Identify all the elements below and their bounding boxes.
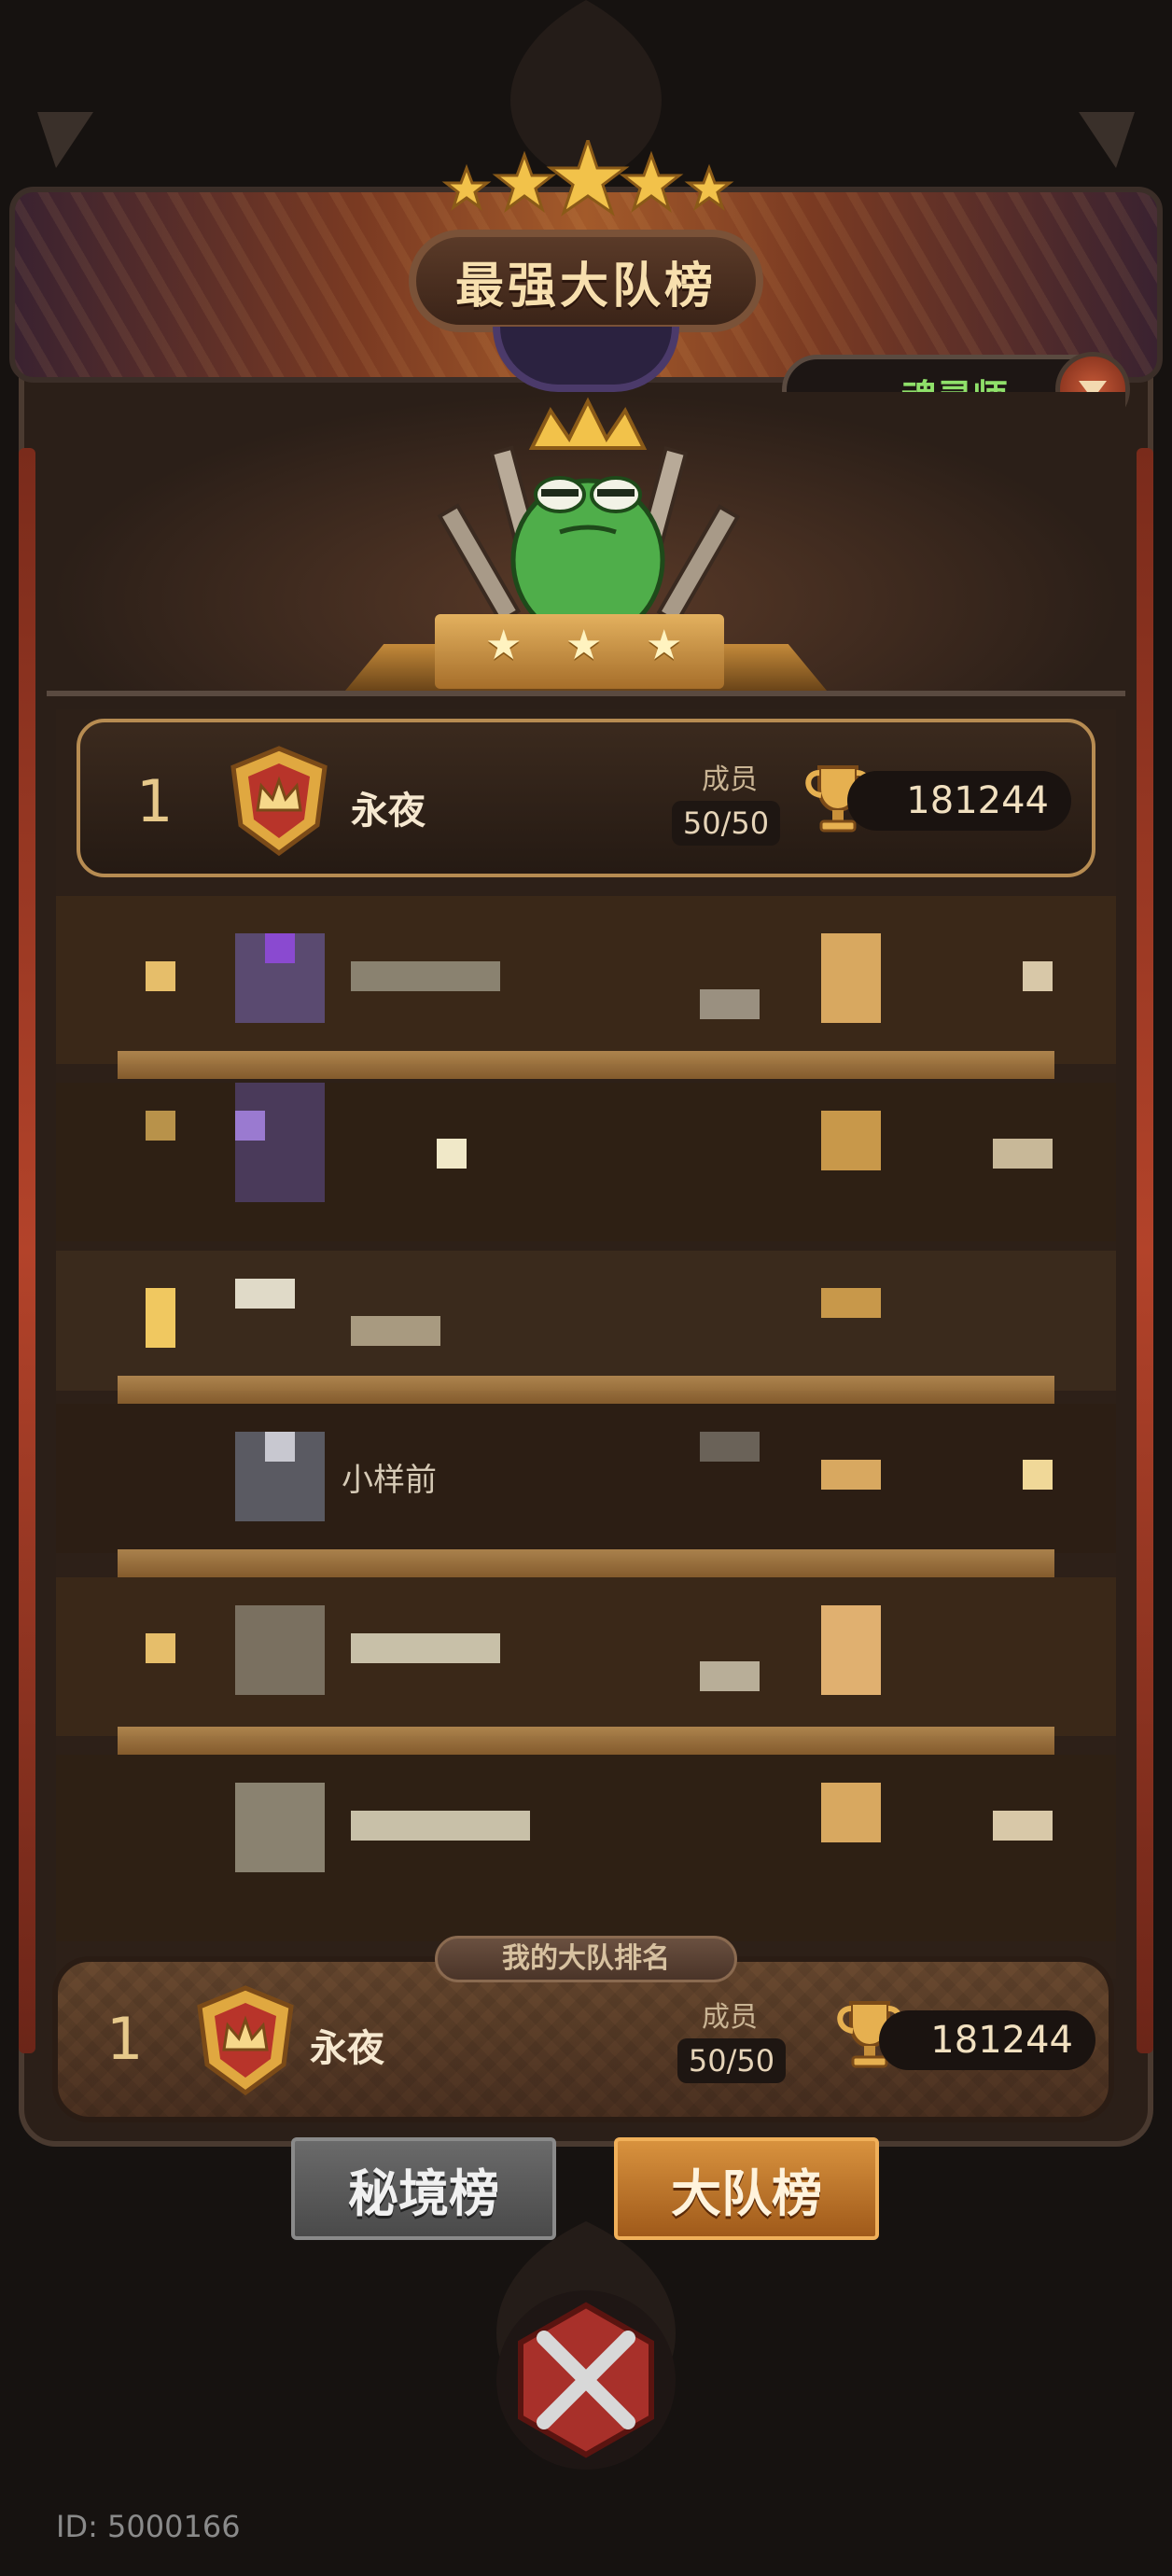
rank-stars-icon	[441, 140, 734, 217]
list-item-obscured[interactable]	[56, 1083, 1116, 1251]
list-item-obscured[interactable]	[56, 1577, 1116, 1745]
user-id-label: ID: 5000166	[56, 2509, 241, 2544]
row-divider	[118, 1727, 1054, 1755]
my-member-label: 成员	[702, 2001, 758, 2034]
my-team-crest-icon	[197, 1985, 294, 2096]
section-divider	[47, 691, 1125, 696]
my-member-count: 50/50	[677, 2038, 786, 2083]
rank-number: 1	[136, 767, 174, 835]
my-rank-number: 1	[106, 2005, 144, 2073]
member-count: 50/50	[672, 801, 780, 846]
list-item-obscured[interactable]: 小样前	[56, 1404, 1116, 1572]
tab-team-ranking[interactable]: 大队榜	[614, 2137, 879, 2240]
row-divider	[118, 1376, 1054, 1404]
list-item-obscured[interactable]	[56, 1755, 1116, 1941]
member-label: 成员	[702, 763, 758, 796]
frame-rail-right	[1137, 448, 1153, 2053]
row-divider	[118, 1549, 1054, 1577]
leaderboard-title-plate: 最强大队榜	[409, 230, 763, 332]
my-team-score: 181244	[879, 2010, 1095, 2070]
team-name: 永夜	[351, 790, 426, 833]
leaderboard-row-top[interactable]: 1 永夜 成员 50/50 181244	[77, 719, 1095, 877]
my-team-name: 永夜	[310, 2027, 384, 2070]
frame-rail-left	[19, 448, 35, 2053]
tab-secret-realm[interactable]: 秘境榜	[291, 2137, 556, 2240]
close-icon[interactable]	[493, 2287, 679, 2473]
obscured-row-name: 小样前	[342, 1462, 437, 1499]
champion-podium: ★ ★ ★	[345, 607, 827, 693]
row-divider	[118, 1051, 1054, 1079]
list-item-obscured[interactable]	[56, 896, 1116, 1064]
team-crest-icon	[230, 746, 328, 857]
team-score: 181244	[847, 771, 1071, 831]
page-title: 最强大队榜	[454, 258, 717, 315]
my-rank-section-label: 我的大队排名	[435, 1936, 737, 1982]
